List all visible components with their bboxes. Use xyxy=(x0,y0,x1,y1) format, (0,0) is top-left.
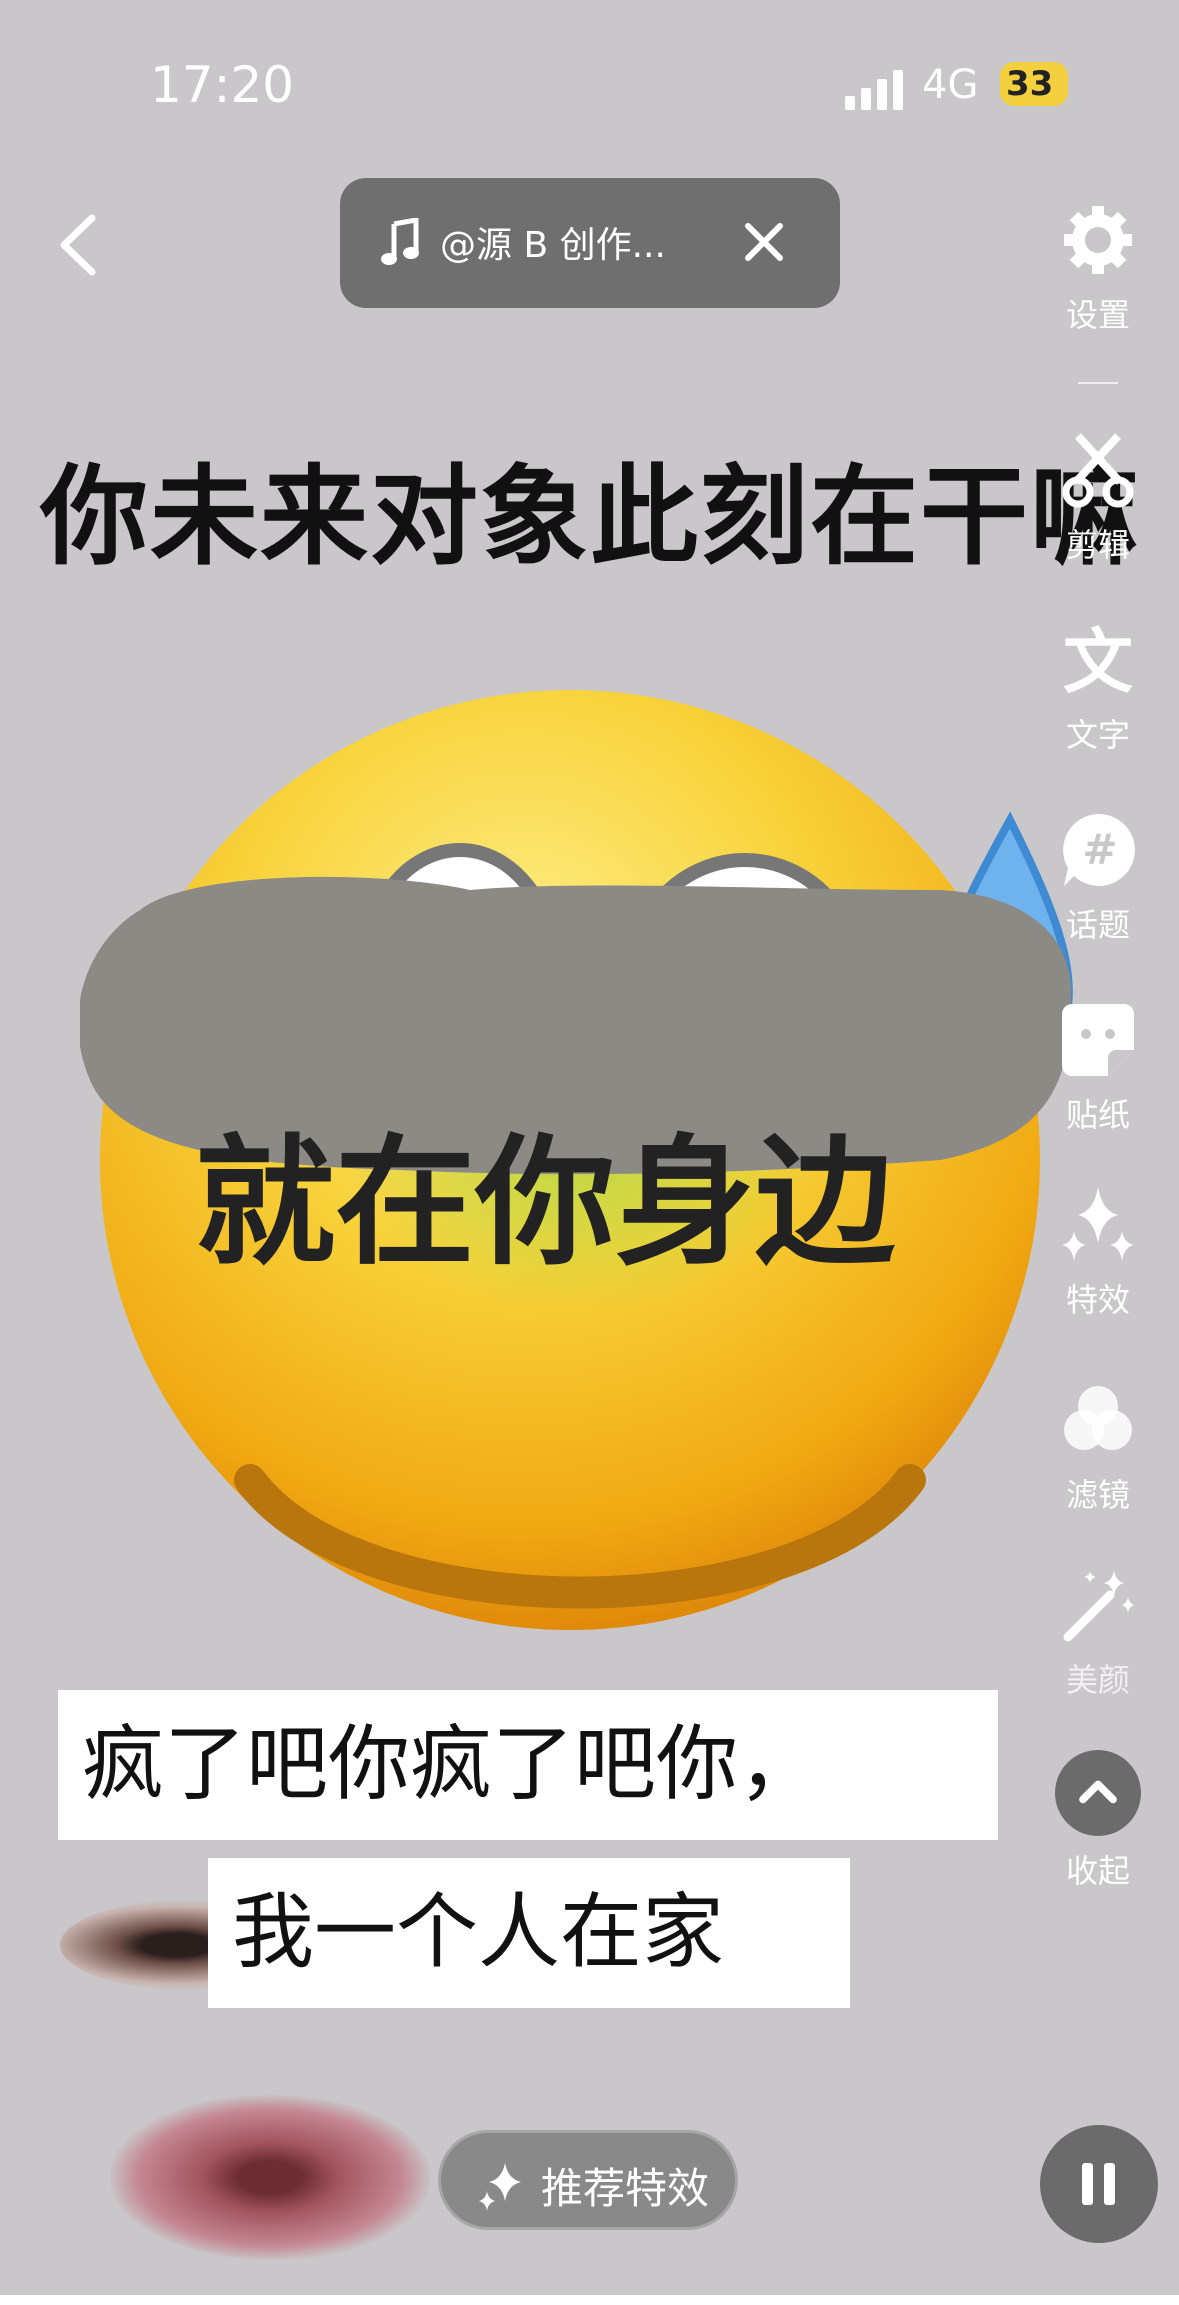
music-title: @源 B 创作... xyxy=(440,225,666,266)
lips-sticker xyxy=(110,2095,430,2260)
network-type: 4G xyxy=(922,62,979,108)
hashtag-icon: # xyxy=(1063,813,1135,886)
home-indicator xyxy=(0,2295,1179,2305)
divider xyxy=(1078,382,1118,384)
beauty-button[interactable]: 美颜 xyxy=(1043,1565,1153,1701)
text-button[interactable]: 文 文字 xyxy=(1043,620,1153,756)
battery-icon: 33 xyxy=(1000,62,1068,106)
svg-text:#: # xyxy=(1082,825,1117,874)
beauty-label: 美颜 xyxy=(1065,1661,1130,1699)
sticker-label: 贴纸 xyxy=(1065,1096,1130,1134)
recommend-effects-label: 推荐特效 xyxy=(541,2164,710,2213)
scissors-icon xyxy=(1062,433,1134,508)
sparkle-icon xyxy=(1062,1187,1134,1261)
topic-button[interactable]: # 话题 xyxy=(1043,810,1153,946)
status-time: 17:20 xyxy=(150,56,295,114)
pause-button[interactable] xyxy=(1040,2125,1158,2243)
filter-label: 滤镜 xyxy=(1065,1476,1130,1514)
emoji-caption: 就在你身边 xyxy=(195,1122,896,1285)
clip-button[interactable]: 剪辑 xyxy=(1043,430,1153,566)
clip-label: 剪辑 xyxy=(1065,526,1130,564)
chevron-up-icon xyxy=(1055,1750,1141,1836)
effects-button[interactable]: 特效 xyxy=(1043,1185,1153,1321)
back-button[interactable] xyxy=(50,210,110,280)
text-icon: 文 xyxy=(1063,621,1133,703)
caption-line-1: 疯了吧你疯了吧你， xyxy=(58,1690,998,1840)
status-bar: 17:20 4G 33 xyxy=(0,56,1179,116)
filter-button[interactable]: 滤镜 xyxy=(1043,1380,1153,1516)
sticker-icon xyxy=(1062,1004,1134,1076)
svg-text:文: 文 xyxy=(1063,621,1133,700)
signal-icon xyxy=(845,70,903,110)
headline-text: 你未来对象此刻在干嘛 xyxy=(40,455,1141,580)
sparkle-icon xyxy=(479,2163,521,2211)
close-icon[interactable] xyxy=(740,218,788,266)
collapse-label: 收起 xyxy=(1065,1852,1130,1890)
effects-label: 特效 xyxy=(1065,1281,1130,1319)
settings-button[interactable]: 设置 xyxy=(1043,200,1153,336)
magic-wand-icon xyxy=(1063,1571,1134,1642)
pause-icon xyxy=(1082,2163,1093,2205)
caption-line-2: 我一个人在家 xyxy=(208,1858,850,2008)
recommend-effects-button[interactable]: 推荐特效 xyxy=(438,2130,738,2230)
pause-icon xyxy=(1104,2163,1115,2205)
music-selector[interactable]: @源 B 创作... xyxy=(340,178,840,308)
filter-icon xyxy=(1064,1386,1132,1450)
sticker-button[interactable]: 贴纸 xyxy=(1043,1000,1153,1136)
text-label: 文字 xyxy=(1065,716,1130,754)
battery-level: 33 xyxy=(1006,64,1054,104)
settings-label: 设置 xyxy=(1065,296,1130,334)
collapse-button[interactable]: 收起 xyxy=(1043,1750,1153,1892)
music-note-icon xyxy=(381,218,419,265)
topic-label: 话题 xyxy=(1065,906,1130,944)
gear-icon xyxy=(1064,206,1132,274)
